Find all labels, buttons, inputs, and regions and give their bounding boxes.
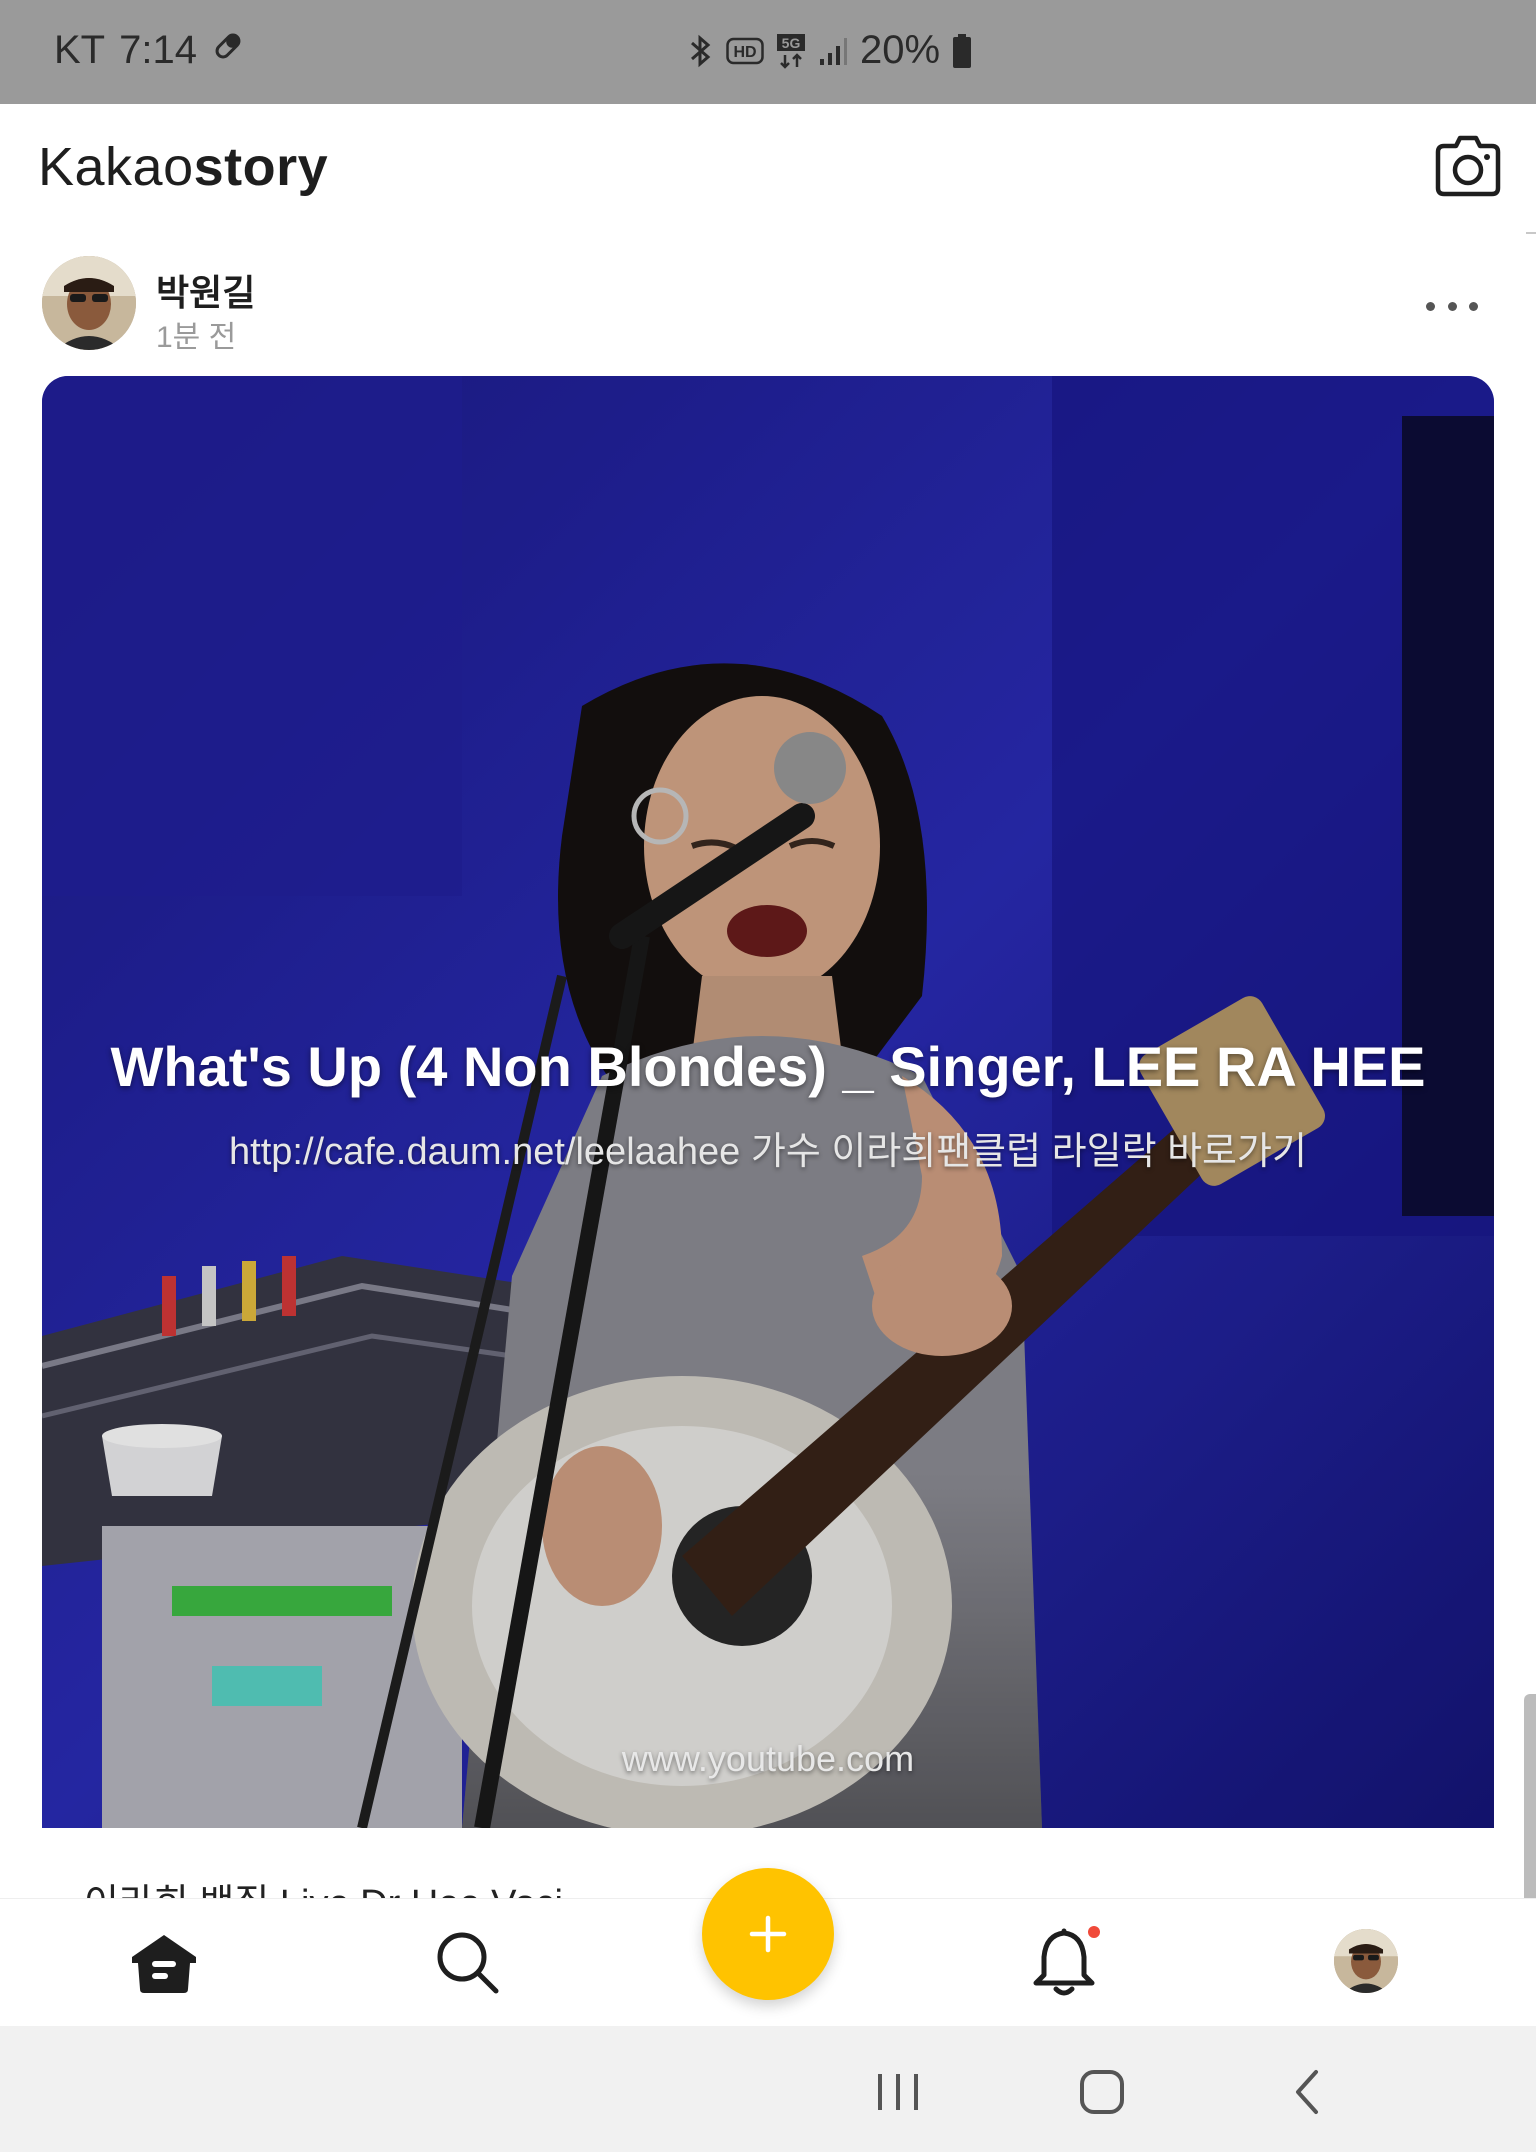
bluetooth-icon <box>686 33 714 69</box>
svg-text:HD: HD <box>733 44 756 61</box>
preview-title[interactable]: What's Up (4 Non Blondes) _ Singer, LEE … <box>42 1034 1494 1099</box>
post-header: 박원길 1분 전 <box>0 234 1536 376</box>
status-bar: KT 7:14 HD 5G 20% <box>0 0 1536 104</box>
camera-icon[interactable] <box>1432 134 1504 200</box>
preview-description: http://cafe.daum.net/leelaahee 가수 이라희팬클럽… <box>229 1131 1307 1173</box>
post-text[interactable]: 이라희 밴질 Live Dr Hee Voci <box>84 1872 563 1900</box>
author-avatar[interactable] <box>42 256 136 350</box>
back-icon[interactable] <box>1278 2064 1338 2120</box>
notification-badge <box>1088 1926 1100 1938</box>
add-icon[interactable] <box>702 1868 834 2000</box>
pill-icon <box>211 28 245 73</box>
battery-icon <box>952 33 972 69</box>
svg-text:5G: 5G <box>782 35 801 51</box>
carrier-label: KT <box>54 28 106 72</box>
preview-domain: www.youtube.com <box>621 1738 915 1779</box>
video-thumbnail <box>42 376 1494 1828</box>
hd-icon: HD <box>726 36 764 66</box>
app-header: Kakaostory <box>0 104 1536 234</box>
clock: 7:14 <box>119 28 197 72</box>
battery-label: 20% <box>860 28 941 72</box>
app-logo[interactable]: Kakaostory <box>38 136 328 198</box>
post-time: 1분 전 <box>156 321 237 354</box>
signal-icon <box>818 35 848 67</box>
link-preview-card[interactable]: What's Up (4 Non Blondes) _ Singer, LEE … <box>42 376 1494 1828</box>
search-icon[interactable] <box>428 1923 508 2003</box>
status-icons: HD 5G 20% <box>686 28 972 73</box>
home-icon[interactable] <box>124 1923 204 2003</box>
profile-avatar[interactable] <box>1334 1929 1398 1993</box>
more-dots-icon[interactable] <box>1426 294 1478 318</box>
brand-bold: story <box>193 137 329 197</box>
5g-icon: 5G <box>776 33 806 69</box>
system-nav-bar <box>0 2026 1536 2152</box>
author-name[interactable]: 박원길 <box>156 264 255 316</box>
brand-light: Kakao <box>38 137 194 197</box>
recent-apps-icon[interactable] <box>868 2064 928 2120</box>
status-left: KT 7:14 <box>54 28 245 73</box>
home-circle-icon[interactable] <box>1072 2064 1132 2120</box>
